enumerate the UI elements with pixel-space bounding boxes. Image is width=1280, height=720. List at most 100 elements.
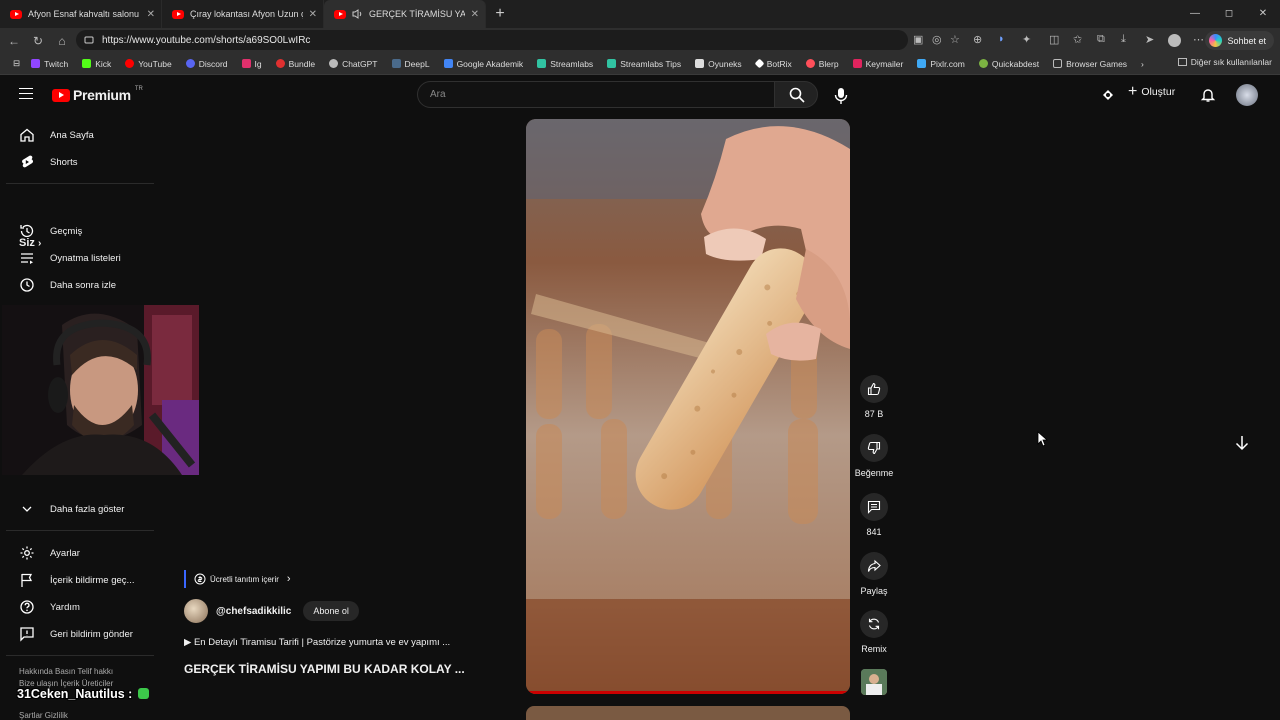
site-info-icon[interactable] — [84, 35, 94, 45]
bookmark-deepl[interactable]: DeepL — [385, 59, 437, 69]
voice-search-button[interactable] — [831, 86, 851, 106]
bookmark-kick[interactable]: Kick — [75, 59, 118, 69]
app-icon[interactable]: ▣ — [913, 33, 923, 46]
short-title[interactable]: GERÇEK TİRAMİSU YAPIMI BU KADAR KOLAY ..… — [184, 662, 465, 676]
bookmark-chatgpt[interactable]: ChatGPT — [322, 59, 384, 69]
share-label: Paylaş — [860, 586, 888, 596]
sidebar-item-history[interactable]: Geçmiş — [19, 223, 82, 239]
youtube-icon — [125, 59, 135, 68]
bookmark-oyuneks[interactable]: Oyuneks — [688, 59, 749, 69]
back-icon[interactable]: ← — [6, 34, 22, 48]
tab-title: Afyon Esnaf kahvaltı salonu Coğraf — [28, 9, 141, 19]
maximize-button[interactable]: ◻ — [1212, 0, 1246, 28]
instagram-icon — [241, 59, 251, 68]
youtube-play-icon — [52, 88, 70, 102]
paid-promotion-label[interactable]: Ücretli tanıtım içerir › — [184, 570, 291, 588]
gamepad-icon[interactable]: ⊕ — [973, 33, 982, 46]
dislike-button[interactable]: Beğenme — [854, 434, 894, 478]
remix-button[interactable]: Remix — [854, 610, 894, 654]
mouse-cursor-icon — [1037, 431, 1049, 447]
footer-links-1[interactable]: Hakkında Basın Telif hakkı — [19, 667, 113, 676]
next-short-preview[interactable] — [526, 706, 850, 720]
other-bookmarks[interactable]: Diğer sık kullanılanlar — [1177, 57, 1272, 67]
refresh-icon[interactable]: ↻ — [30, 34, 46, 48]
sidebar-item-settings[interactable]: Ayarlar — [19, 545, 80, 561]
footer-links-3[interactable]: Şartlar Gizlilik — [19, 711, 68, 720]
bookmark-blerp[interactable]: Blerp — [799, 59, 846, 69]
more-menu-icon[interactable]: ⋯ — [1193, 33, 1204, 46]
comments-button[interactable]: 841 — [854, 493, 894, 537]
sidebar-item-playlists[interactable]: Oynatma listeleri — [19, 250, 121, 266]
new-tab-button[interactable]: + — [486, 5, 514, 23]
sidebar-item-report-history[interactable]: İçerik bildirme geç... — [19, 572, 134, 588]
bookmark-youtube[interactable]: YouTube — [118, 59, 178, 69]
share-icon[interactable]: ➤ — [1145, 33, 1154, 46]
sidebar-item-home[interactable]: Ana Sayfa — [19, 127, 94, 143]
sidebar-item-shorts[interactable]: Shorts — [19, 154, 77, 170]
bookmark-pixlr[interactable]: Pixlr.com — [910, 59, 971, 69]
close-window-button[interactable]: ✕ — [1246, 0, 1280, 28]
bookmark-discord[interactable]: Discord — [179, 59, 235, 69]
download-icon[interactable]: ⤓ — [1121, 33, 1126, 46]
window-controls: — ◻ ✕ — [1178, 0, 1280, 28]
channel-name[interactable]: @chefsadikkilic — [216, 606, 291, 617]
account-avatar[interactable] — [1236, 84, 1258, 106]
favorites-icon[interactable]: ✩ — [1073, 33, 1082, 46]
search-input[interactable]: Ara — [417, 81, 775, 108]
sidebar-item-feedback[interactable]: Geri bildirim gönder — [19, 626, 133, 642]
create-button[interactable]: + Oluştur — [1128, 84, 1175, 100]
bookmarks-overflow-chevron-icon[interactable]: › — [1134, 59, 1151, 69]
sidebar-item-watch-later[interactable]: Daha sonra izle — [19, 277, 116, 293]
bookmark-quickabdest[interactable]: Quickabdest — [972, 59, 1046, 69]
next-short-button[interactable] — [1232, 433, 1252, 453]
bookmark-streamlabs[interactable]: Streamlabs — [530, 59, 600, 69]
tab-3-active[interactable]: GERÇEK TİRAMİSU YAPIMI BU ✕ — [324, 0, 486, 28]
tab-close-icon[interactable]: ✕ — [147, 9, 155, 20]
sidebar-item-help[interactable]: Yardım — [19, 599, 80, 615]
bookmark-bundle[interactable]: Bundle — [269, 59, 322, 69]
shorts-remix-icon[interactable] — [1100, 87, 1116, 103]
youtube-premium-logo[interactable]: Premium TR — [52, 86, 143, 103]
bookmark-google-akademik[interactable]: Google Akademik — [437, 59, 531, 69]
search-button[interactable] — [774, 81, 818, 108]
speaker-audio-icon[interactable] — [352, 9, 363, 19]
quickabdest-icon — [978, 59, 988, 68]
profile-avatar[interactable] — [1168, 34, 1181, 47]
home-icon[interactable]: ⌂ — [54, 34, 70, 48]
tab-close-icon[interactable]: ✕ — [309, 9, 317, 20]
favorite-star-icon[interactable]: ☆ — [950, 33, 960, 46]
bookmark-browser-games[interactable]: Browser Games — [1046, 59, 1134, 69]
like-button[interactable]: 87 B — [854, 375, 894, 419]
split-screen-icon[interactable]: ◫ — [1049, 33, 1059, 46]
share-button[interactable]: Paylaş — [854, 552, 894, 596]
subscribe-button[interactable]: Abone ol — [303, 601, 359, 621]
video-progress-bar[interactable] — [526, 691, 850, 694]
notifications-bell-icon[interactable] — [1200, 87, 1216, 103]
address-field[interactable]: https://www.youtube.com/shorts/a69SO0LwI… — [76, 30, 908, 50]
sidebar-item-show-more[interactable]: Daha fazla göster — [19, 501, 124, 517]
audio-source-thumbnail[interactable] — [861, 669, 887, 695]
guide-menu-icon[interactable] — [19, 88, 33, 99]
bookmark-botrix[interactable]: BotRix — [749, 59, 799, 69]
scholar-icon — [443, 59, 453, 68]
bookmark-keymailer[interactable]: Keymailer — [846, 59, 911, 69]
shorts-video-player[interactable] — [526, 119, 850, 694]
bookmark-streamlabs-tips[interactable]: Streamlabs Tips — [600, 59, 688, 69]
linked-video-description[interactable]: ▶ En Detaylı Tiramisu Tarifi | Pastörize… — [184, 637, 450, 648]
tab-close-icon[interactable]: ✕ — [471, 9, 479, 20]
url-text: https://www.youtube.com/shorts/a69SO0LwI… — [102, 34, 311, 46]
gear-icon — [20, 546, 34, 560]
extension-icon[interactable]: ◗ — [998, 33, 1005, 45]
tab-2[interactable]: Çıray lokantası Afyon Uzun çarşı # ✕ — [162, 0, 324, 28]
channel-avatar[interactable] — [184, 599, 208, 623]
tracking-icon[interactable]: ◎ — [932, 33, 942, 46]
bookmarks-menu-icon[interactable]: ⊟ — [6, 58, 24, 69]
copilot-button[interactable]: Sohbet et — [1205, 31, 1274, 50]
bookmark-ig[interactable]: Ig — [235, 59, 269, 69]
extensions-puzzle-icon[interactable]: ✦ — [1022, 33, 1031, 46]
collections-icon[interactable]: ⧉ — [1097, 33, 1105, 46]
minimize-button[interactable]: — — [1178, 0, 1212, 28]
bookmark-twitch[interactable]: Twitch — [24, 59, 75, 69]
oyuneks-icon — [695, 59, 705, 68]
tab-1[interactable]: Afyon Esnaf kahvaltı salonu Coğraf ✕ — [0, 0, 162, 28]
